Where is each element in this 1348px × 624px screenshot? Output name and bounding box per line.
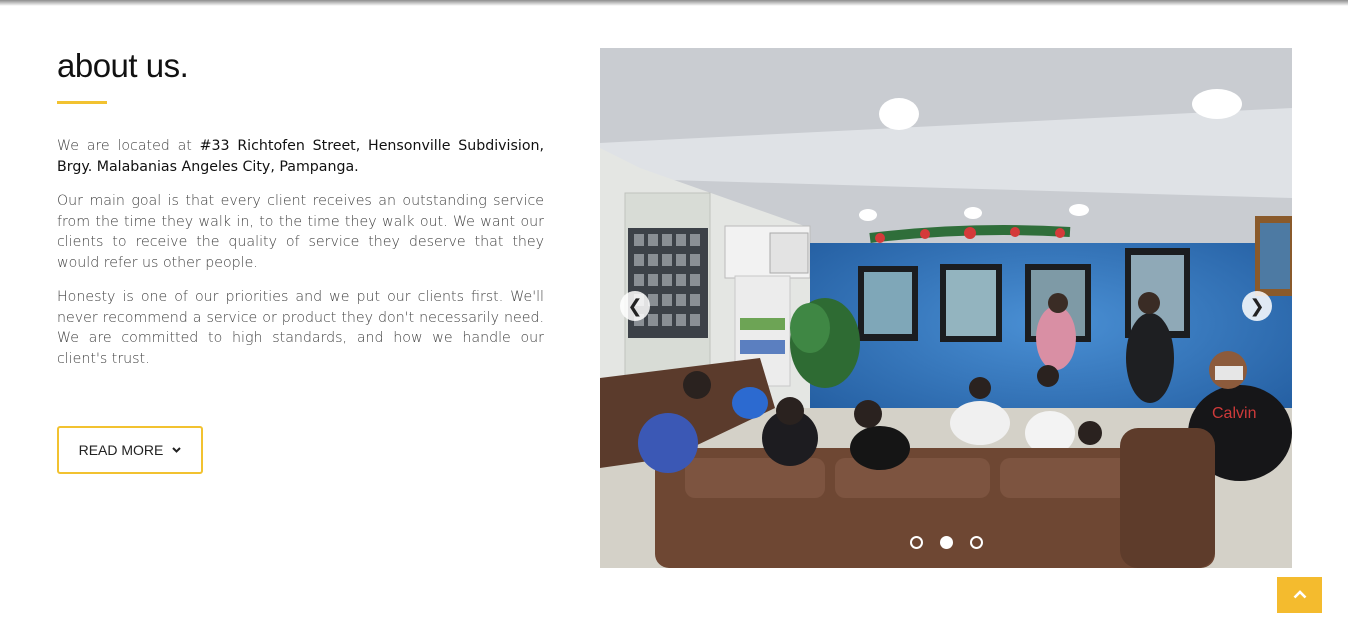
location-paragraph: We are located at #33 Richtofen Street, … (57, 136, 544, 177)
goal-paragraph: Our main goal is that every client recei… (57, 193, 544, 271)
honesty-paragraph: Honesty is one of our priorities and we … (57, 289, 544, 367)
salon-interior-photo: Calvin (600, 48, 1292, 568)
read-more-button[interactable]: READ MORE (57, 426, 203, 474)
scroll-to-top-button[interactable] (1277, 577, 1322, 613)
carousel-dot-3[interactable] (970, 536, 983, 549)
carousel-indicators (910, 536, 983, 549)
carousel-prev-button[interactable]: ❮ (620, 291, 650, 321)
about-section: about us. We are located at #33 Richtofe… (57, 48, 544, 369)
chevron-down-icon (172, 445, 182, 456)
section-title: about us. (57, 47, 189, 84)
carousel-dot-1[interactable] (910, 536, 923, 549)
shirt-brand-text: Calvin (1212, 405, 1256, 422)
header-shadow (0, 0, 1348, 6)
carousel-next-button[interactable]: ❯ (1242, 291, 1272, 321)
location-prefix: We are located at (57, 138, 200, 154)
chevron-left-icon: ❮ (627, 295, 643, 317)
salon-photo-carousel[interactable]: Calvin (600, 48, 1292, 568)
carousel-dot-2[interactable] (940, 536, 953, 549)
chevron-up-icon (1293, 586, 1307, 604)
chevron-right-icon: ❯ (1249, 295, 1265, 317)
read-more-label: READ MORE (78, 442, 164, 458)
title-underline (57, 101, 107, 104)
